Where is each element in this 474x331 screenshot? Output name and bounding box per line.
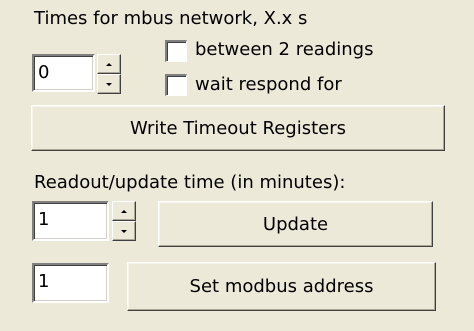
spin-up-button[interactable] <box>112 201 136 221</box>
between-readings-label: between 2 readings <box>195 39 374 60</box>
readout-time-text: 1 <box>38 209 50 230</box>
update-button[interactable]: Update <box>158 201 433 247</box>
readout-section-heading: Readout/update time (in minutes): <box>34 172 346 193</box>
arrow-down-icon <box>106 82 112 86</box>
write-timeout-registers-label: Write Timeout Registers <box>130 117 346 139</box>
set-modbus-address-button[interactable]: Set modbus address <box>127 262 436 311</box>
arrow-up-icon <box>121 209 127 213</box>
timeout-value-field[interactable]: 0 <box>32 54 95 92</box>
arrow-up-icon <box>106 62 112 66</box>
arrow-down-icon <box>121 229 127 233</box>
timeout-section-heading: Times for mbus network, X.x s <box>34 8 308 29</box>
spin-up-button[interactable] <box>97 54 121 74</box>
update-button-label: Update <box>262 213 329 235</box>
between-readings-checkbox[interactable] <box>165 40 187 62</box>
readout-time-spinner[interactable] <box>112 201 136 241</box>
modbus-address-text: 1 <box>38 271 50 292</box>
timeout-value-text: 0 <box>38 62 50 83</box>
timeout-spinner[interactable] <box>97 54 121 94</box>
wait-respond-label: wait respond for <box>195 74 342 95</box>
modbus-address-field[interactable]: 1 <box>32 263 109 303</box>
readout-time-field[interactable]: 1 <box>32 201 109 241</box>
spin-down-button[interactable] <box>97 74 121 94</box>
spin-down-button[interactable] <box>112 221 136 241</box>
write-timeout-registers-button[interactable]: Write Timeout Registers <box>31 105 445 151</box>
wait-respond-checkbox[interactable] <box>165 74 187 96</box>
set-modbus-address-label: Set modbus address <box>189 276 374 297</box>
